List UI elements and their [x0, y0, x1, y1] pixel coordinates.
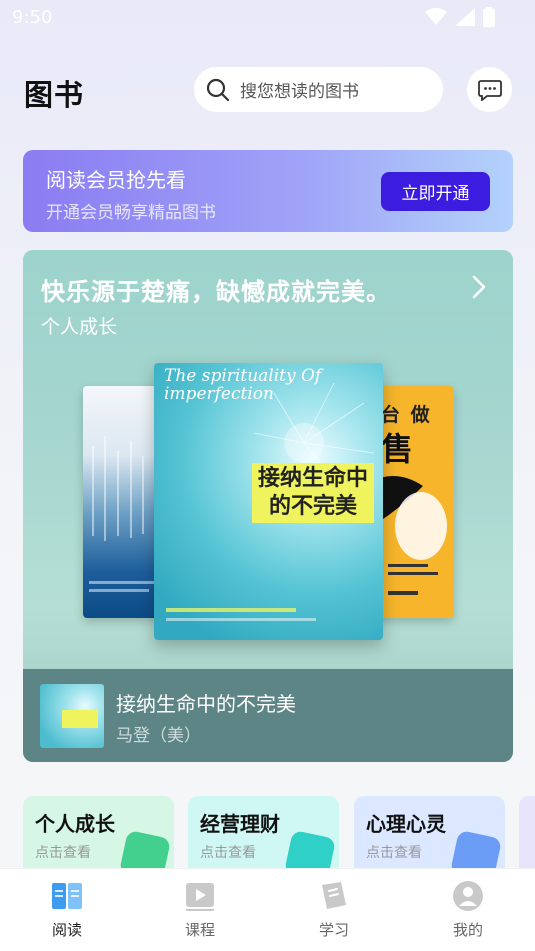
category-list: 个人成长 点击查看 经营理财 点击查看 心理心灵 点击查看 — [23, 796, 535, 868]
heart-icon — [449, 829, 503, 868]
search-icon — [206, 78, 230, 101]
cover-main-script: The spirituality Of imperfection — [164, 366, 322, 404]
status-time: 9:50 — [12, 7, 53, 28]
book-icon — [52, 883, 82, 909]
video-icon — [186, 883, 214, 911]
finance-icon — [283, 829, 337, 868]
category-name: 经营理财 — [200, 812, 280, 836]
tab-profile[interactable]: 我的 — [433, 879, 503, 940]
category-card[interactable]: 个人成长 点击查看 — [23, 796, 174, 868]
category-card[interactable]: 心理心灵 点击查看 — [354, 796, 505, 868]
tab-label: 学习 — [318, 921, 349, 939]
book-cover-main[interactable]: The spirituality Of imperfection 接纳生命中的不… — [154, 363, 383, 640]
category-hint: 点击查看 — [200, 845, 256, 861]
category-hint: 点击查看 — [366, 845, 422, 861]
featured-card[interactable]: 快乐源于楚痛，缺憾成就完美。 个人成长 台 做 售 The spirituali… — [23, 250, 513, 762]
category-card[interactable] — [519, 796, 535, 868]
tab-label: 课程 — [184, 921, 215, 939]
cover-main-title: 接纳生命中的不完美 — [252, 463, 374, 523]
bottom-tab-bar: 阅读 课程 学习 我的 — [0, 868, 535, 951]
tab-read[interactable]: 阅读 — [32, 879, 102, 940]
category-card[interactable]: 经营理财 点击查看 — [188, 796, 339, 868]
featured-book-thumbnail[interactable] — [40, 684, 104, 748]
featured-quote: 快乐源于楚痛，缺憾成就完美。 — [41, 278, 391, 306]
message-button[interactable] — [467, 67, 512, 112]
study-icon — [322, 882, 346, 909]
search-input[interactable]: 搜您想读的图书 — [194, 67, 443, 112]
vip-title: 阅读会员抢先看 — [46, 168, 186, 192]
category-hint: 点击查看 — [35, 845, 91, 861]
vip-subtitle: 开通会员畅享精品图书 — [46, 203, 216, 223]
vip-banner[interactable]: 阅读会员抢先看 开通会员畅享精品图书 立即开通 — [23, 150, 513, 232]
battery-icon — [483, 7, 495, 27]
category-name: 心理心灵 — [366, 812, 446, 836]
category-name: 个人成长 — [35, 812, 115, 836]
profile-icon — [453, 881, 483, 911]
tab-label: 我的 — [452, 921, 483, 939]
tab-label: 阅读 — [51, 921, 82, 939]
featured-book-title: 接纳生命中的不完美 — [116, 692, 296, 716]
featured-category: 个人成长 — [41, 316, 118, 338]
status-icons — [425, 7, 495, 27]
chevron-right-icon[interactable] — [469, 274, 489, 300]
chat-icon — [477, 79, 502, 101]
wifi-icon — [425, 8, 447, 25]
tab-study[interactable]: 学习 — [299, 879, 369, 940]
page-title: 图书 — [24, 78, 85, 112]
thumbnail-band — [62, 710, 98, 728]
status-bar: 9:50 — [0, 0, 535, 36]
search-placeholder: 搜您想读的图书 — [240, 82, 359, 102]
tab-course[interactable]: 课程 — [165, 879, 235, 940]
growth-icon — [118, 829, 172, 868]
featured-book-author: 马登（美） — [116, 726, 201, 746]
open-vip-button[interactable]: 立即开通 — [381, 172, 490, 211]
signal-icon — [455, 8, 475, 26]
featured-book-info[interactable]: 接纳生命中的不完美 马登（美） — [23, 669, 513, 762]
